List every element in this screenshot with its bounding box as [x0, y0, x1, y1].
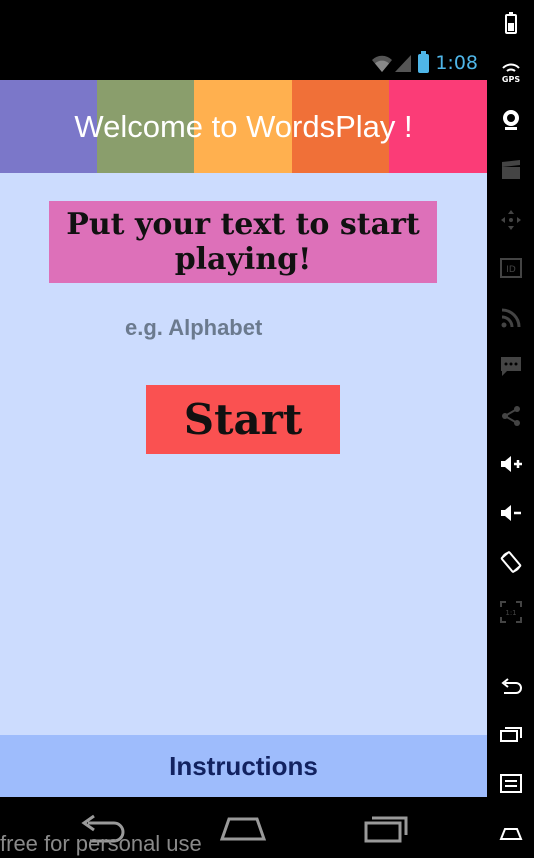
share-icon[interactable]	[487, 396, 534, 436]
id-label: ID	[506, 265, 516, 275]
signal-icon	[395, 55, 411, 72]
recent-apps-icon[interactable]	[358, 811, 410, 845]
wifi-icon	[372, 55, 392, 72]
emulator-sidebar: GPS ID 1:1	[487, 0, 534, 858]
app-header: Welcome to WordsPlay !	[0, 80, 487, 173]
device-screen: 1:08 Welcome to WordsPlay ! Put your tex…	[0, 0, 487, 858]
rss-icon[interactable]	[487, 298, 534, 338]
clapperboard-icon[interactable]	[487, 150, 534, 190]
prompt-banner: Put your text to start playing!	[49, 201, 437, 283]
word-input[interactable]	[122, 309, 368, 347]
rotate-icon[interactable]	[487, 542, 534, 582]
message-icon[interactable]	[487, 346, 534, 386]
recent-apps-icon[interactable]	[487, 714, 534, 754]
app-title: Welcome to WordsPlay !	[74, 108, 413, 144]
watermark-text: free for personal use	[0, 831, 202, 856]
main-content: Put your text to start playing! Start	[0, 173, 487, 735]
move-icon[interactable]	[487, 200, 534, 240]
gps-icon[interactable]: GPS	[487, 52, 534, 92]
instructions-button[interactable]: Instructions	[0, 735, 487, 797]
battery-icon	[418, 51, 429, 73]
gps-label: GPS	[501, 75, 519, 84]
scale-icon[interactable]: 1:1	[487, 592, 534, 632]
scale-label: 1:1	[505, 609, 516, 617]
status-time: 1:08	[435, 52, 478, 74]
battery-icon	[487, 3, 534, 43]
back-icon[interactable]	[487, 666, 534, 706]
menu-icon[interactable]	[487, 763, 534, 803]
start-button[interactable]: Start	[146, 385, 340, 454]
volume-up-icon[interactable]	[487, 444, 534, 484]
webcam-icon[interactable]	[487, 100, 534, 140]
home-icon[interactable]	[487, 812, 534, 852]
id-icon[interactable]: ID	[487, 248, 534, 288]
home-icon[interactable]	[217, 811, 269, 845]
volume-down-icon[interactable]	[487, 493, 534, 533]
status-bar: 1:08	[0, 48, 487, 80]
